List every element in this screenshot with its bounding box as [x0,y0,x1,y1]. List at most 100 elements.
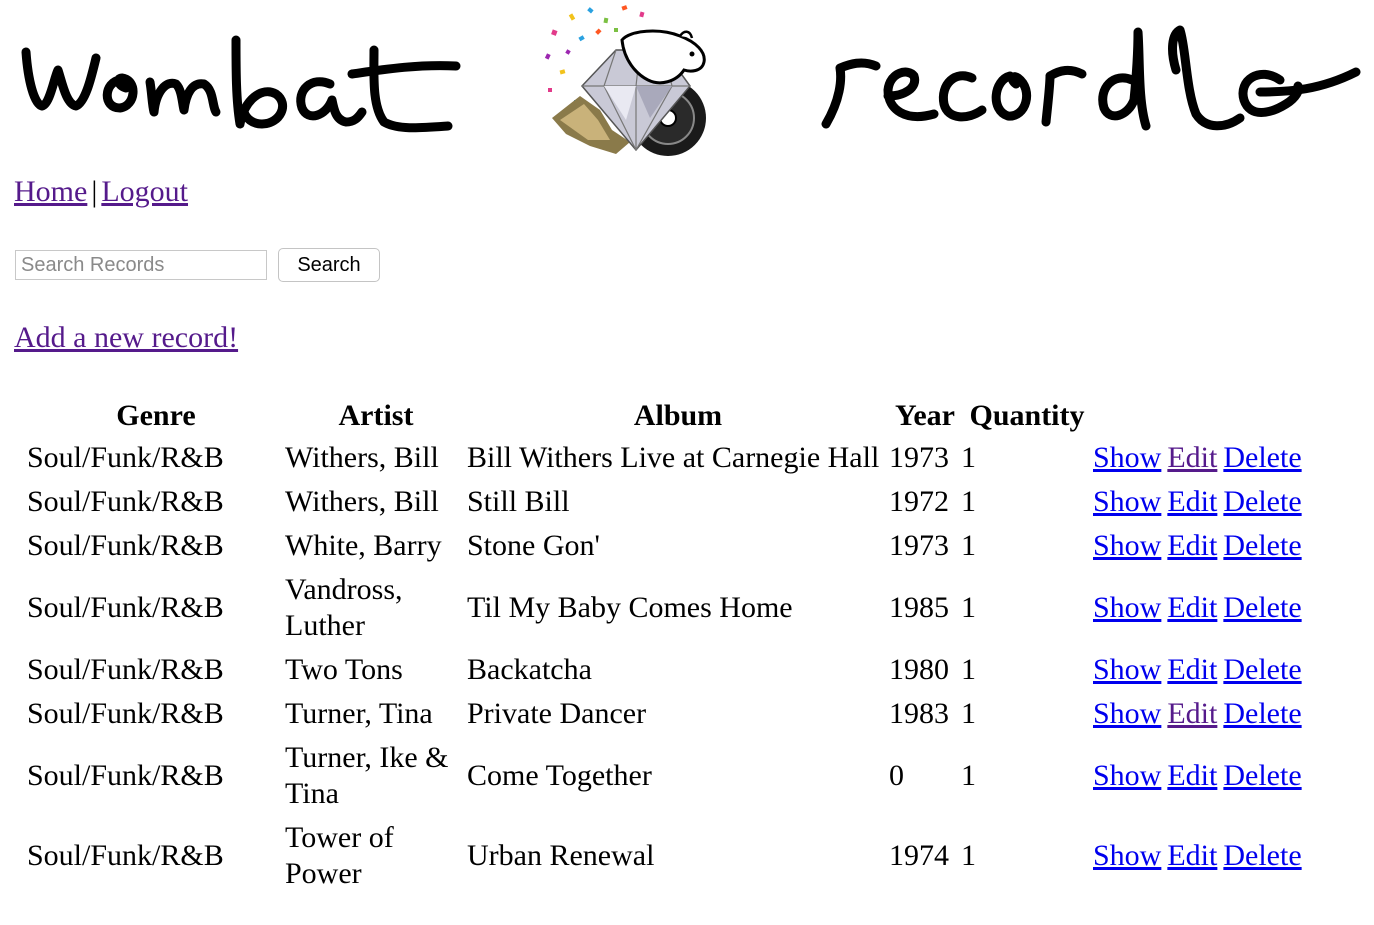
year-cell: 1972 [889,485,949,518]
genre-cell: Soul/Funk/R&B [27,759,224,792]
edit-link[interactable]: Edit [1167,485,1217,518]
edit-link[interactable]: Edit [1167,653,1217,686]
artist-cell: Withers, Bill [285,485,439,518]
table-row: Soul/Funk/R&B Turner, Tina Private Dancer 1… [27,692,1323,736]
column-header-quantity: Quantity [969,399,1085,432]
edit-link[interactable]: Edit [1167,591,1217,624]
album-cell: Bill Withers Live at Carnegie Hall [467,441,880,474]
delete-link[interactable]: Delete [1223,591,1301,624]
quantity-cell: 1 [961,697,976,730]
row-actions: Show Edit Delete [1093,568,1323,648]
album-cell: Til My Baby Comes Home [467,591,793,624]
quantity-cell: 1 [961,653,976,686]
table-row: Soul/Funk/R&B Withers, Bill Still Bill 1972… [27,480,1323,524]
show-link[interactable]: Show [1093,529,1161,562]
table-row: Soul/Funk/R&B Tower of Power Urban Renewal… [27,816,1323,896]
logout-link[interactable]: Logout [101,175,188,208]
logo-wordmark-records [821,25,1361,131]
site-header [0,0,1374,170]
edit-link[interactable]: Edit [1167,529,1217,562]
table-row: Soul/Funk/R&B Vandross, Luther Til My Baby… [27,568,1323,648]
album-cell: Urban Renewal [467,839,655,872]
delete-link[interactable]: Delete [1223,759,1301,792]
artist-cell: Vandross, Luther [285,573,403,642]
edit-link[interactable]: Edit [1167,839,1217,872]
table-header-row: Genre Artist Album Year Quantity [27,396,1323,436]
artist-cell: White, Barry [285,529,442,562]
year-cell: 1973 [889,529,949,562]
year-cell: 1985 [889,591,949,624]
genre-cell: Soul/Funk/R&B [27,839,224,872]
delete-link[interactable]: Delete [1223,697,1301,730]
show-link[interactable]: Show [1093,839,1161,872]
delete-link[interactable]: Delete [1223,485,1301,518]
search-input[interactable] [15,250,267,280]
year-cell: 1973 [889,441,949,474]
logo-wordmark-wombat [21,35,461,133]
album-cell: Still Bill [467,485,570,518]
genre-cell: Soul/Funk/R&B [27,591,224,624]
nav-separator: | [91,175,98,208]
add-record-link[interactable]: Add a new record! [14,321,238,354]
show-link[interactable]: Show [1093,591,1161,624]
home-link[interactable]: Home [14,175,87,208]
row-actions: Show Edit Delete [1093,436,1323,480]
show-link[interactable]: Show [1093,697,1161,730]
genre-cell: Soul/Funk/R&B [27,697,224,730]
quantity-cell: 1 [961,485,976,518]
quantity-cell: 1 [961,591,976,624]
genre-cell: Soul/Funk/R&B [27,485,224,518]
quantity-cell: 1 [961,529,976,562]
genre-cell: Soul/Funk/R&B [27,653,224,686]
row-actions: Show Edit Delete [1093,692,1323,736]
add-record-container: Add a new record! [14,318,238,358]
delete-link[interactable]: Delete [1223,529,1301,562]
edit-link[interactable]: Edit [1167,759,1217,792]
delete-link[interactable]: Delete [1223,441,1301,474]
delete-link[interactable]: Delete [1223,839,1301,872]
site-logo [21,5,1361,156]
year-cell: 1974 [889,839,949,872]
table-row: Soul/Funk/R&B Two Tons Backatcha 1980 1 Show E… [27,648,1323,692]
genre-cell: Soul/Funk/R&B [27,441,224,474]
artist-cell: Turner, Tina [285,697,433,730]
column-header-year: Year [895,399,955,432]
genre-cell: Soul/Funk/R&B [27,529,224,562]
row-actions: Show Edit Delete [1093,524,1323,568]
delete-link[interactable]: Delete [1223,653,1301,686]
quantity-cell: 1 [961,839,976,872]
album-cell: Private Dancer [467,697,647,730]
search-button[interactable]: Search [278,248,380,282]
quantity-cell: 1 [961,759,976,792]
row-actions: Show Edit Delete [1093,736,1323,816]
year-cell: 1983 [889,697,949,730]
edit-link[interactable]: Edit [1167,441,1217,474]
search-form: Search [15,248,380,282]
album-cell: Stone Gon' [467,529,600,562]
show-link[interactable]: Show [1093,485,1161,518]
edit-link[interactable]: Edit [1167,697,1217,730]
show-link[interactable]: Show [1093,653,1161,686]
artist-cell: Tower of Power [285,821,394,890]
row-actions: Show Edit Delete [1093,648,1323,692]
wombat-diamond-record-icon [544,5,706,156]
show-link[interactable]: Show [1093,759,1161,792]
artist-cell: Withers, Bill [285,441,439,474]
album-cell: Backatcha [467,653,592,686]
column-header-genre: Genre [116,399,196,432]
records-table-body: Soul/Funk/R&B Withers, Bill Bill Withers L… [27,436,1323,896]
quantity-cell: 1 [961,441,976,474]
column-header-actions [1093,396,1323,436]
column-header-album: Album [633,399,723,432]
table-row: Soul/Funk/R&B White, Barry Stone Gon' 1973 1… [27,524,1323,568]
artist-cell: Turner, Ike & Tina [285,741,449,810]
album-cell: Come Together [467,759,652,792]
year-cell: 1980 [889,653,949,686]
column-header-artist: Artist [338,399,414,432]
row-actions: Show Edit Delete [1093,480,1323,524]
top-nav: Home | Logout [14,172,188,212]
show-link[interactable]: Show [1093,441,1161,474]
artist-cell: Two Tons [285,653,403,686]
year-cell: 0 [889,759,904,792]
table-row: Soul/Funk/R&B Turner, Ike & Tina Come Toge… [27,736,1323,816]
